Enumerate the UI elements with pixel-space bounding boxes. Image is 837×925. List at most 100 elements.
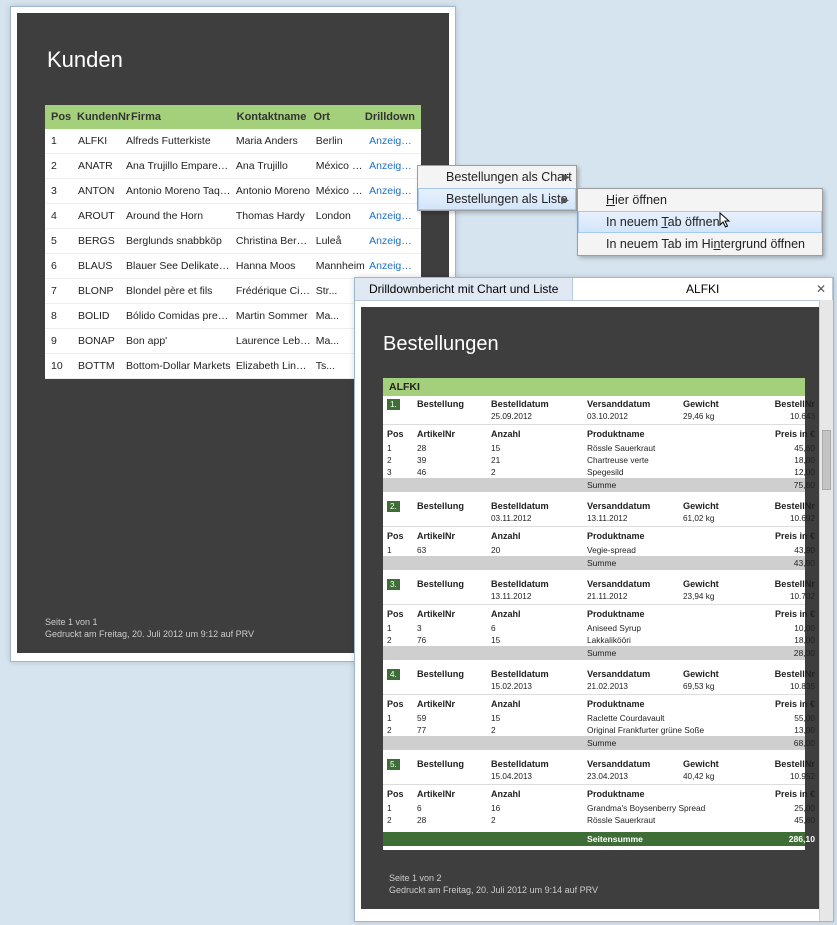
close-icon[interactable]: ✕ (816, 282, 826, 296)
order-header: 4.BestellungBestelldatumVersanddatumGewi… (383, 666, 805, 682)
drilldown-link[interactable]: Anzeigen... (367, 210, 417, 222)
lbl-pos: Pos (387, 531, 417, 541)
lbl-artikelnr: ArtikelNr (417, 789, 491, 799)
bestellungen-window: Drilldownbericht mit Chart und Liste ALF… (354, 277, 834, 922)
order-block: 5.BestellungBestelldatumVersanddatumGewi… (383, 756, 805, 826)
kunden-table-header: Pos KundenNr Firma Kontaktname Ort Drill… (45, 105, 421, 129)
val-bestellnr: 10.835 (757, 682, 815, 691)
lines-header: PosArtikelNrAnzahlProduktnamePreis in € (383, 604, 805, 622)
line-anz: 6 (491, 623, 587, 633)
hdr-drill: Drilldown (363, 111, 417, 123)
bestellungen-page-indicator: Seite 1 von 2 (389, 872, 598, 885)
line-art: 6 (417, 803, 491, 813)
lbl-anzahl: Anzahl (491, 531, 587, 541)
cell-firma: Bólido Comidas preparadas (124, 310, 234, 322)
bestellungen-page: Bestellungen ALFKI 1.BestellungBestellda… (361, 307, 827, 909)
drilldown-link[interactable]: Anzeigen... (367, 160, 417, 172)
drilldown-link[interactable]: Anzeigen... (367, 235, 417, 247)
tab-alfki[interactable]: ALFKI ✕ (573, 278, 833, 300)
context-menu-1[interactable]: Bestellungen als Chart ▶ Bestellungen al… (417, 165, 577, 211)
lbl-anzahl: Anzahl (491, 789, 587, 799)
kunden-page-indicator: Seite 1 von 1 (45, 616, 254, 629)
cell-kontakt: Laurence Lebihan (234, 335, 314, 347)
order-values: 25.09.201203.10.201229,46 kg10.643 (383, 412, 805, 424)
cell-nr: ANATR (76, 160, 124, 172)
line-pos: 2 (387, 455, 417, 465)
cell-pos: 9 (49, 335, 76, 347)
table-row: 3ANTONAntonio Moreno TaqueríaAntonio Mor… (45, 179, 421, 204)
hdr-nr: KundenNr (75, 111, 129, 123)
lbl-bestelldatum: Bestelldatum (491, 399, 587, 409)
lbl-gewicht: Gewicht (683, 501, 757, 511)
val-gewicht: 23,94 kg (683, 592, 757, 601)
lbl-artikelnr: ArtikelNr (417, 609, 491, 619)
cell-firma: Bottom-Dollar Markets (124, 360, 234, 372)
page-sum: Seitensumme286,10 (383, 832, 805, 846)
lbl-bestelldatum: Bestelldatum (491, 579, 587, 589)
bestellungen-print-info: Gedruckt am Freitag, 20. Juli 2012 um 9:… (389, 884, 598, 897)
cell-kontakt: Martin Sommer (234, 310, 314, 322)
lbl-pos: Pos (387, 789, 417, 799)
order-block: 4.BestellungBestelldatumVersanddatumGewi… (383, 666, 805, 750)
drilldown-link[interactable]: Anzeigen... (367, 135, 417, 147)
ctx-bestellungen-liste[interactable]: Bestellungen als Liste ▶ (418, 188, 576, 210)
val-gewicht: 61,02 kg (683, 514, 757, 523)
lbl-gewicht: Gewicht (683, 669, 757, 679)
lbl-produktname: Produktname (587, 699, 683, 709)
line-preis: 25,00 (757, 803, 815, 813)
line-anz: 15 (491, 443, 587, 453)
line-prod: Chartreuse verte (587, 455, 757, 465)
val-summe: 75,60 (757, 480, 815, 490)
val-bestellnr: 10.643 (757, 412, 815, 421)
cell-nr: BERGS (76, 235, 124, 247)
val-bestellnr: 10.952 (757, 772, 815, 781)
line-art: 59 (417, 713, 491, 723)
lbl-preis: Preis in € (757, 609, 815, 619)
ctx-open-here[interactable]: Hier öffnen (578, 189, 822, 211)
cell-nr: BONAP (76, 335, 124, 347)
cell-firma: Blauer See Delikatessen (124, 260, 234, 272)
lbl-summe: Summe (587, 738, 757, 748)
drilldown-link[interactable]: Anzeigen... (367, 185, 417, 197)
line-preis: 13,00 (757, 725, 815, 735)
order-values: 15.02.201321.02.201369,53 kg10.835 (383, 682, 805, 694)
cell-pos: 10 (49, 360, 76, 372)
ctx-open-new-tab-bg[interactable]: In neuem Tab im Hintergrund öffnen (578, 233, 822, 255)
line-pos: 1 (387, 443, 417, 453)
val-versanddatum: 03.10.2012 (587, 412, 683, 421)
line-art: 28 (417, 815, 491, 825)
scrollbar[interactable] (819, 300, 833, 921)
order-sum: Summe68,00 (383, 736, 805, 750)
line-pos: 2 (387, 815, 417, 825)
hdr-firma: Firma (129, 111, 235, 123)
scroll-thumb[interactable] (822, 430, 831, 490)
ctx-open-new-tab[interactable]: In neuem Tab öffnen (578, 211, 822, 233)
val-summe: 68,00 (757, 738, 815, 748)
val-gewicht: 29,46 kg (683, 412, 757, 421)
line-prod: Original Frankfurter grüne Soße (587, 725, 757, 735)
tab-drilldown[interactable]: Drilldownbericht mit Chart und Liste (355, 278, 573, 300)
lbl-bestellnr: BestellNr (757, 579, 815, 589)
lbl-bestellung: Bestellung (417, 399, 491, 409)
order-line: 2282Rössle Sauerkraut45,60 (383, 814, 805, 826)
lbl-gewicht: Gewicht (683, 579, 757, 589)
ctx-bestellungen-chart[interactable]: Bestellungen als Chart ▶ (418, 166, 576, 188)
drilldown-link[interactable]: Anzeigen... (367, 260, 417, 272)
lbl-gewicht: Gewicht (683, 759, 757, 769)
lbl-versanddatum: Versanddatum (587, 669, 683, 679)
line-pos: 1 (387, 713, 417, 723)
order-values: 03.11.201213.11.201261,02 kg10.692 (383, 514, 805, 526)
cell-nr: ALFKI (76, 135, 124, 147)
lbl-artikelnr: ArtikelNr (417, 531, 491, 541)
cell-kontakt: Ana Trujillo (234, 160, 314, 172)
order-block: 3.BestellungBestelldatumVersanddatumGewi… (383, 576, 805, 660)
cell-pos: 2 (49, 160, 76, 172)
bestellungen-title: Bestellungen (383, 333, 805, 356)
lbl-preis: Preis in € (757, 531, 815, 541)
context-menu-2[interactable]: Hier öffnen In neuem Tab öffnen In neuem… (577, 188, 823, 256)
cell-pos: 4 (49, 210, 76, 222)
line-art: 76 (417, 635, 491, 645)
line-prod: Raclette Courdavault (587, 713, 757, 723)
order-number-badge: 4. (387, 669, 400, 680)
cell-nr: AROUT (76, 210, 124, 222)
